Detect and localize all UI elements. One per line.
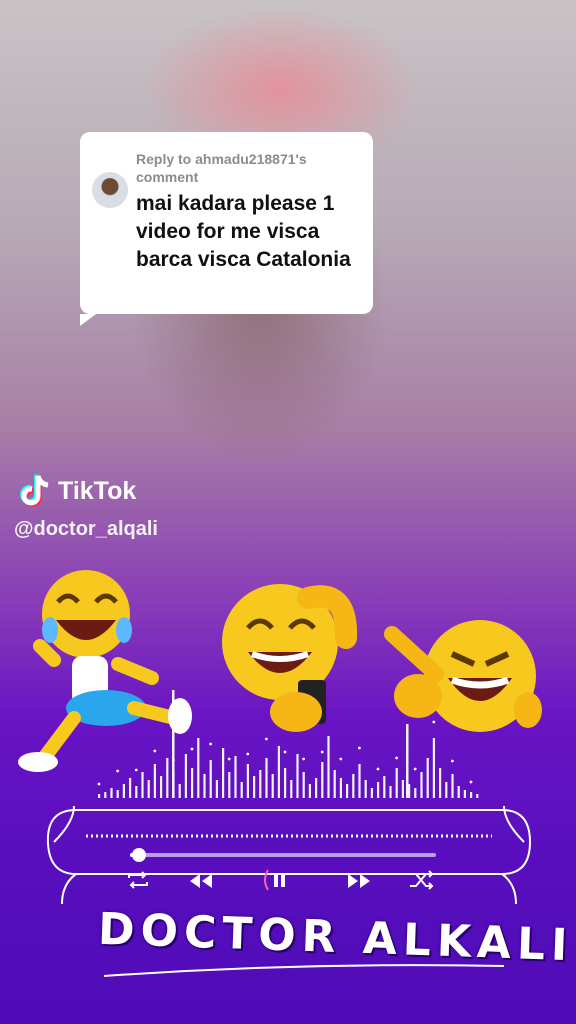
visualizer-dot: [97, 782, 101, 786]
repeat-icon[interactable]: [125, 870, 151, 890]
visualizer-dot: [283, 750, 287, 754]
visualizer-bar: [327, 736, 330, 798]
visualizer-dot: [246, 752, 250, 756]
visualizer-spike: [406, 724, 409, 798]
visualizer-dot: [451, 759, 454, 763]
shuffle-icon[interactable]: [408, 870, 436, 890]
visualizer-dot: [376, 767, 380, 771]
visualizer-dot: [302, 757, 305, 761]
rewind-icon[interactable]: [188, 872, 214, 890]
visualizer-dot: [413, 767, 417, 771]
fast-forward-icon[interactable]: [346, 872, 372, 890]
title-underline: [103, 964, 505, 977]
visualizer-dot: [172, 758, 175, 762]
visualizer-dot: [116, 769, 119, 773]
visualizer-dot: [190, 747, 194, 751]
visualizer-spike: [172, 690, 175, 798]
visualizer-bar: [197, 738, 200, 798]
visualizer-dot: [469, 780, 473, 784]
visualizer-dot: [153, 749, 157, 753]
visualizer-dot: [320, 750, 324, 754]
visualizer-dot: [227, 757, 231, 761]
pause-icon[interactable]: [262, 866, 294, 894]
visualizer-dot: [395, 756, 398, 760]
visualizer-dot: [265, 737, 268, 741]
visualizer-bar: [432, 738, 435, 798]
visualizer-dot: [358, 746, 361, 750]
visualizer-dot: [209, 742, 213, 746]
visualizer-dot: [432, 720, 436, 724]
visualizer-dot: [134, 768, 138, 772]
visualizer-dot: [339, 757, 343, 761]
progress-track[interactable]: [130, 848, 436, 862]
